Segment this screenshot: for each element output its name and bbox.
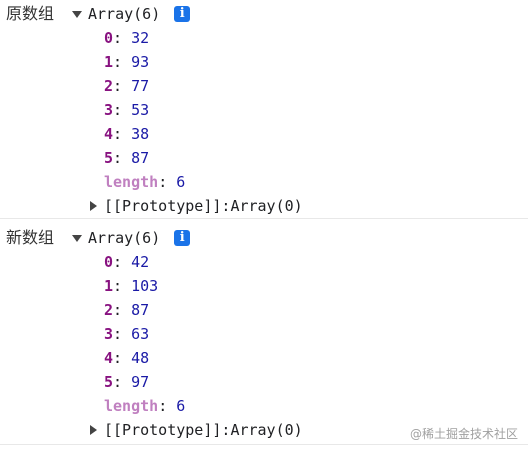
length-property: length: 6 [104, 397, 186, 415]
length-value: 6 [176, 173, 186, 191]
item-value: 87 [131, 149, 150, 167]
triangle-right-icon [90, 425, 97, 435]
triangle-down-icon [72, 10, 82, 18]
array-item: 5: 97 [104, 373, 150, 391]
item-key: 4 [104, 349, 114, 367]
array-summary: Array(6) [88, 229, 161, 247]
array-item: 5: 87 [104, 149, 150, 167]
prototype-key: [[Prototype]] [104, 421, 222, 439]
item-value: 103 [131, 277, 159, 295]
log-label: 原数组 [6, 4, 55, 23]
array-summary: Array(6) [88, 5, 161, 23]
array-summary-toggle[interactable]: Array(6) i [72, 2, 191, 26]
array-summary-toggle[interactable]: Array(6) i [72, 226, 191, 250]
item-key: 0 [104, 253, 114, 271]
array-item: 2: 77 [104, 77, 150, 95]
item-value: 48 [131, 349, 150, 367]
item-value: 77 [131, 77, 150, 95]
item-key: 3 [104, 325, 114, 343]
console-log-entry: 原数组 Array(6) i 0: 32 1: 93 2: 77 3: 53 4… [0, 0, 528, 219]
item-key: 2 [104, 301, 114, 319]
triangle-down-icon [72, 234, 82, 242]
item-value: 63 [131, 325, 150, 343]
item-value: 87 [131, 301, 150, 319]
length-key: length [104, 173, 159, 191]
prototype-toggle[interactable]: [[Prototype]]: Array(0) [90, 418, 303, 442]
info-icon[interactable]: i [174, 6, 191, 22]
array-item: 2: 87 [104, 301, 150, 319]
array-item: 1: 93 [104, 53, 150, 71]
log-label: 新数组 [6, 228, 55, 247]
item-key: 3 [104, 101, 114, 119]
prototype-key: [[Prototype]] [104, 197, 222, 215]
array-item: 3: 63 [104, 325, 150, 343]
length-value: 6 [176, 397, 186, 415]
array-item: 0: 42 [104, 253, 150, 271]
info-icon[interactable]: i [174, 230, 191, 246]
triangle-right-icon [90, 201, 97, 211]
array-item: 4: 48 [104, 349, 150, 367]
item-value: 53 [131, 101, 150, 119]
watermark: @稀土掘金技术社区 [409, 427, 518, 441]
item-key: 5 [104, 373, 114, 391]
item-value: 97 [131, 373, 150, 391]
prototype-value: Array(0) [230, 197, 303, 215]
array-item: 4: 38 [104, 125, 150, 143]
item-value: 38 [131, 125, 150, 143]
item-key: 2 [104, 77, 114, 95]
item-key: 1 [104, 277, 114, 295]
item-key: 0 [104, 29, 114, 47]
prototype-value: Array(0) [230, 421, 303, 439]
item-value: 42 [131, 253, 150, 271]
prototype-toggle[interactable]: [[Prototype]]: Array(0) [90, 194, 303, 218]
array-item: 0: 32 [104, 29, 150, 47]
array-item: 1: 103 [104, 277, 159, 295]
item-key: 4 [104, 125, 114, 143]
item-value: 32 [131, 29, 150, 47]
array-item: 3: 53 [104, 101, 150, 119]
item-key: 1 [104, 53, 114, 71]
console-log-entry: 新数组 Array(6) i 0: 42 1: 103 2: 87 3: 63 … [0, 224, 528, 445]
item-value: 93 [131, 53, 150, 71]
length-property: length: 6 [104, 173, 186, 191]
length-key: length [104, 397, 159, 415]
item-key: 5 [104, 149, 114, 167]
